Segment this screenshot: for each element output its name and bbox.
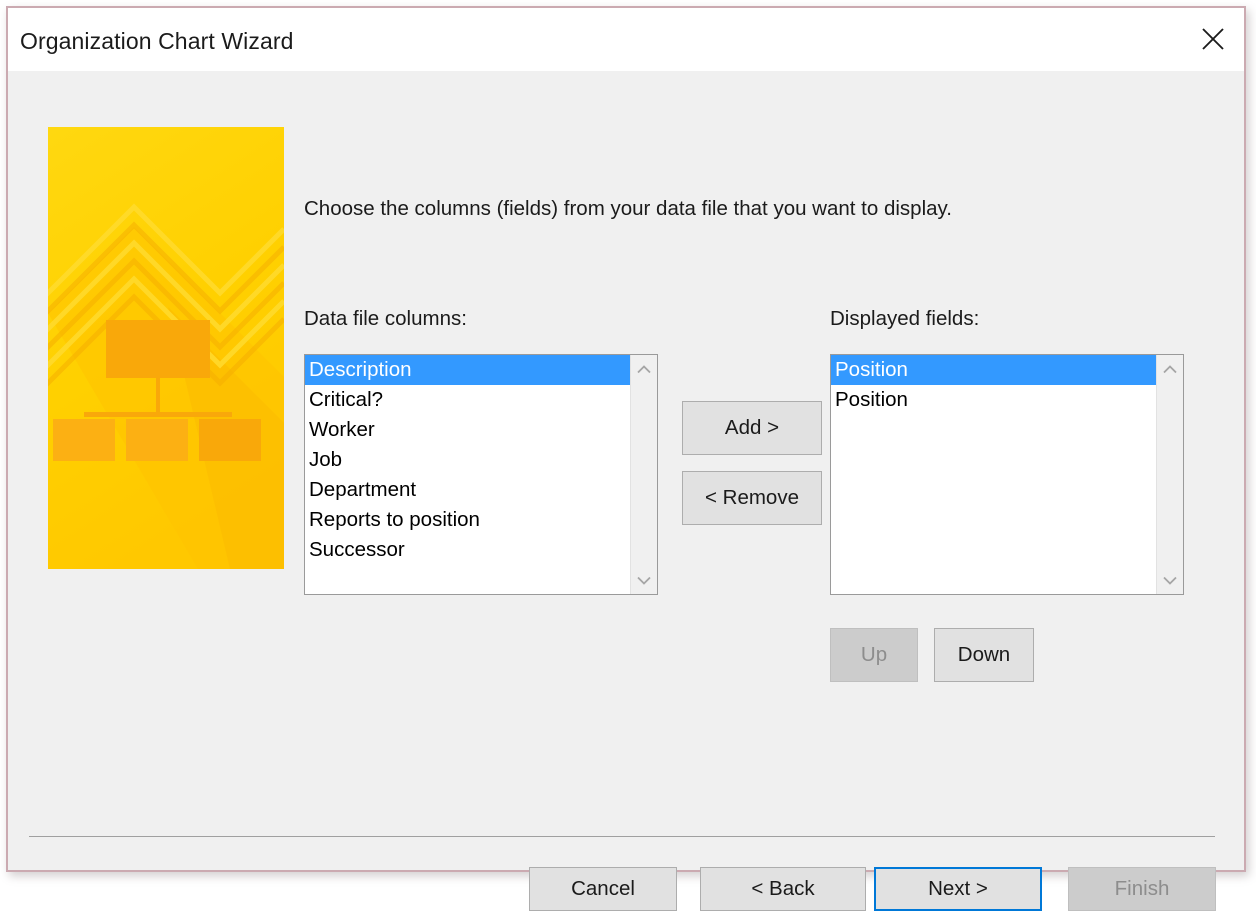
list-item[interactable]: Reports to position — [305, 505, 630, 535]
instruction-text: Choose the columns (fields) from your da… — [304, 197, 952, 220]
displayed-fields-listbox[interactable]: Position Position — [830, 354, 1184, 595]
list-item[interactable]: Successor — [305, 535, 630, 565]
scroll-down-icon[interactable] — [1157, 568, 1183, 592]
close-icon — [1201, 27, 1225, 51]
dialog-window: Organization Chart Wizard Choose the col… — [6, 6, 1246, 911]
add-button[interactable]: Add > — [682, 401, 822, 455]
data-file-columns-items: Description Critical? Worker Job Departm… — [305, 355, 630, 594]
displayed-fields-label: Displayed fields: — [830, 307, 980, 330]
list-item[interactable]: Position — [831, 385, 1156, 415]
left-listbox-scrollbar[interactable] — [630, 355, 657, 594]
dialog-body: Choose the columns (fields) from your da… — [8, 71, 1244, 911]
close-button[interactable] — [1182, 8, 1244, 70]
scroll-down-icon[interactable] — [631, 568, 657, 592]
list-item[interactable]: Job — [305, 445, 630, 475]
list-item[interactable]: Position — [831, 355, 1156, 385]
right-listbox-scrollbar[interactable] — [1156, 355, 1183, 594]
displayed-fields-items: Position Position — [831, 355, 1156, 594]
org-chart-illustration — [48, 127, 284, 569]
back-button[interactable]: < Back — [700, 867, 866, 911]
move-up-button[interactable]: Up — [830, 628, 918, 682]
scroll-up-icon[interactable] — [631, 357, 657, 381]
finish-button[interactable]: Finish — [1068, 867, 1216, 911]
scroll-up-icon[interactable] — [1157, 357, 1183, 381]
cancel-button[interactable]: Cancel — [529, 867, 677, 911]
window-title: Organization Chart Wizard — [20, 28, 294, 54]
title-bar: Organization Chart Wizard — [8, 8, 1244, 71]
footer-divider — [29, 836, 1215, 837]
list-item[interactable]: Description — [305, 355, 630, 385]
move-down-button[interactable]: Down — [934, 628, 1034, 682]
data-file-columns-listbox[interactable]: Description Critical? Worker Job Departm… — [304, 354, 658, 595]
data-file-columns-label: Data file columns: — [304, 307, 467, 330]
list-item[interactable]: Critical? — [305, 385, 630, 415]
list-item[interactable]: Worker — [305, 415, 630, 445]
next-button[interactable]: Next > — [874, 867, 1042, 911]
remove-button[interactable]: < Remove — [682, 471, 822, 525]
wizard-banner-image — [48, 127, 284, 569]
list-item[interactable]: Department — [305, 475, 630, 505]
